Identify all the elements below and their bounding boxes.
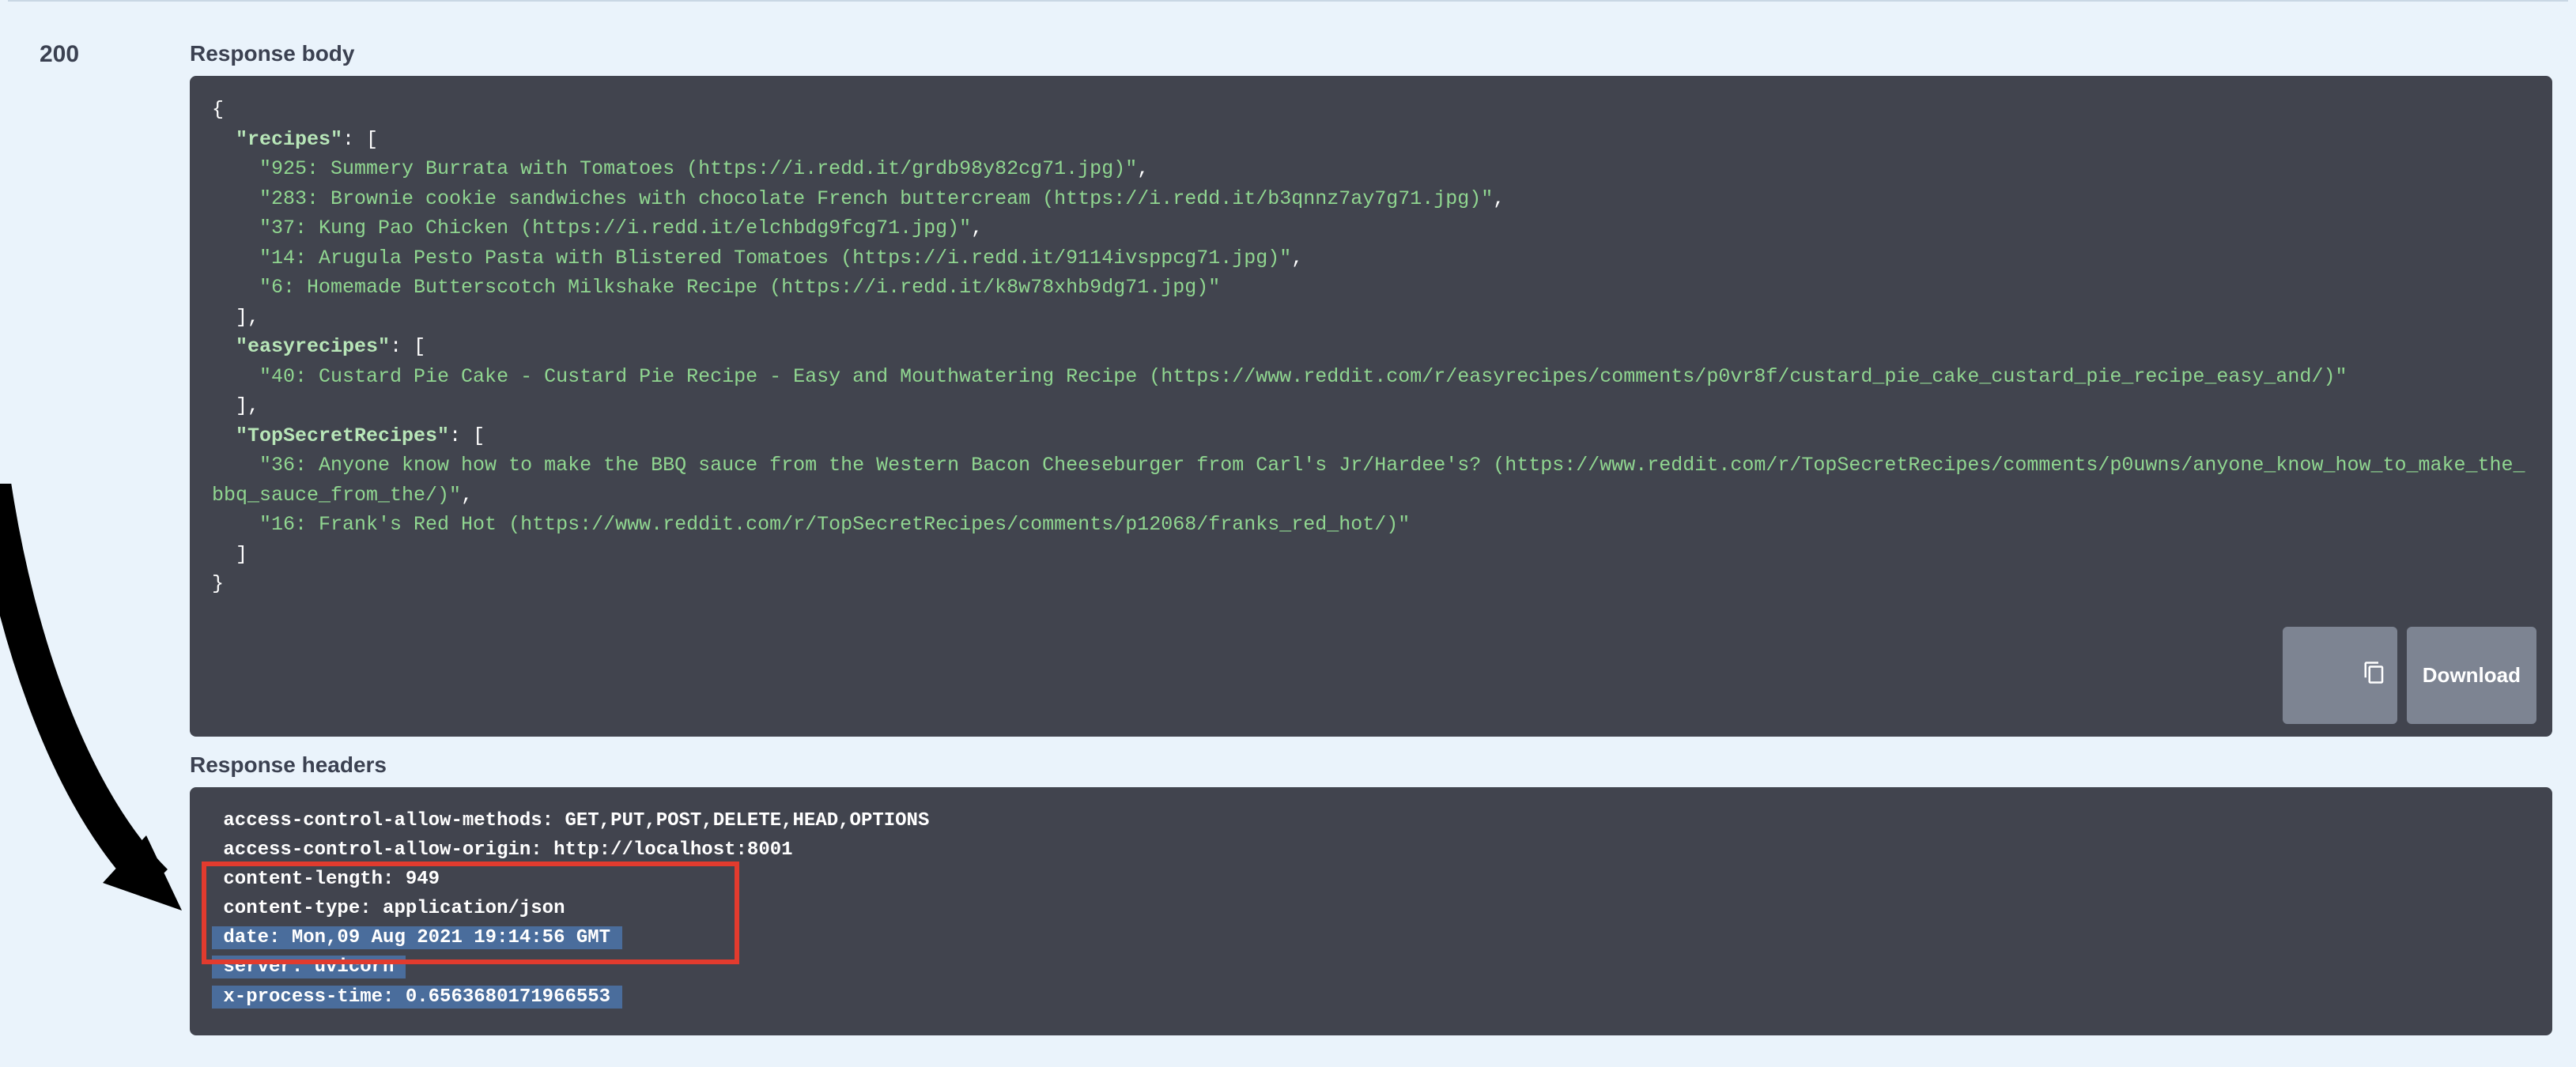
status-code: 200 [40,41,190,68]
status-column: 200 [8,25,190,1035]
response-body-block: { "recipes": [ "925: Summery Burrata wit… [190,76,2552,737]
response-body-json: { "recipes": [ "925: Summery Burrata wit… [212,95,2530,599]
clipboard-icon [2294,636,2386,714]
download-button[interactable]: Download [2407,627,2536,724]
response-headers-heading: Response headers [190,752,2552,778]
copy-button[interactable] [2283,627,2397,724]
response-body-heading: Response body [190,41,2552,66]
response-headers-block: access-control-allow-methods: GET,PUT,PO… [190,787,2552,1035]
content-column: Response body { "recipes": [ "925: Summe… [190,25,2568,1035]
